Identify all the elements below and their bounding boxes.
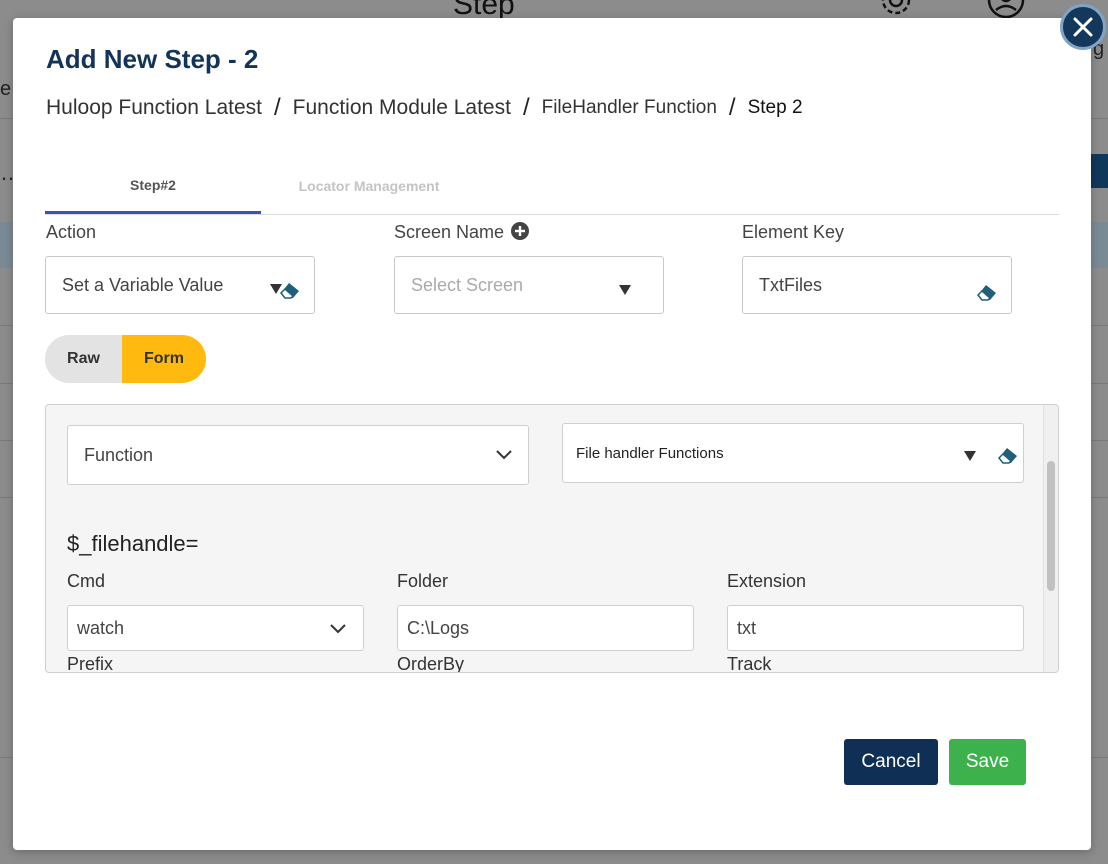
element-key-label: Element Key (742, 222, 845, 242)
screen-select-placeholder: Select Screen (411, 274, 524, 295)
dropdown-arrow-icon (619, 285, 631, 295)
background-text-fragment: e (0, 78, 12, 100)
save-button[interactable]: Save (949, 739, 1026, 785)
dropdown-arrow-icon (964, 451, 976, 461)
breadcrumb-item[interactable]: FileHandler Function (542, 97, 717, 119)
breadcrumb-item[interactable]: Function Module Latest (293, 96, 511, 120)
cmd-label: Cmd (67, 571, 106, 591)
panel-scrollbar[interactable] (1043, 405, 1058, 672)
mode-toggle: Raw Form (45, 335, 206, 383)
breadcrumb: Huloop Function Latest / Function Module… (46, 94, 803, 122)
function-select-value: File handler Functions (576, 444, 724, 462)
close-icon (1073, 17, 1093, 37)
tab-locator-management[interactable]: Locator Management (261, 158, 477, 214)
chevron-down-icon (496, 450, 512, 460)
type-select-value: Function (84, 444, 154, 465)
folder-label: Folder (397, 571, 449, 591)
element-key-input[interactable]: TxtFiles (742, 256, 1012, 314)
tab-step[interactable]: Step#2 (45, 158, 261, 214)
eraser-icon[interactable] (278, 279, 302, 299)
eraser-icon[interactable] (996, 444, 1020, 464)
raw-mode-button[interactable]: Raw (45, 335, 122, 383)
form-mode-button[interactable]: Form (122, 335, 206, 383)
eraser-icon[interactable] (975, 281, 999, 301)
type-select[interactable]: Function (67, 425, 529, 485)
cmd-value: watch (77, 617, 125, 638)
background-side-icon (1088, 154, 1108, 188)
chevron-down-icon (330, 624, 346, 634)
action-label: Action (46, 222, 97, 242)
breadcrumb-item[interactable]: Huloop Function Latest (46, 96, 262, 120)
add-step-modal: Add New Step - 2 Huloop Function Latest … (13, 18, 1091, 850)
cmd-select[interactable]: watch (67, 605, 364, 651)
extension-value: txt (737, 617, 757, 638)
close-modal-button[interactable] (1060, 4, 1106, 50)
extension-input[interactable]: txt (727, 605, 1024, 651)
element-key-value: TxtFiles (759, 274, 822, 295)
screen-name-label-text: Screen Name (394, 222, 505, 242)
function-form-panel: Function File handler Functions $_fileha… (45, 404, 1059, 673)
orderby-label: OrderBy (397, 654, 465, 673)
function-select[interactable]: File handler Functions (562, 423, 1024, 483)
action-select[interactable]: Set a Variable Value (45, 256, 315, 314)
extension-label: Extension (727, 571, 807, 591)
modal-title: Add New Step - 2 (46, 44, 259, 74)
gear-icon (881, 0, 911, 15)
scrollbar-thumb[interactable] (1047, 461, 1055, 591)
breadcrumb-current: Step 2 (747, 97, 803, 118)
screen-name-label: Screen Name (394, 222, 530, 243)
add-screen-icon[interactable] (511, 222, 530, 240)
variable-name: $_filehandle= (67, 531, 199, 556)
cancel-button[interactable]: Cancel (844, 739, 938, 785)
action-value: Set a Variable Value (62, 274, 224, 295)
folder-input[interactable]: C:\Logs (397, 605, 694, 651)
tab-bar: Step#2 Locator Management (45, 158, 1059, 215)
prefix-label: Prefix (67, 654, 114, 673)
screen-select[interactable]: Select Screen (394, 256, 664, 314)
breadcrumb-separator: / (522, 94, 530, 121)
breadcrumb-separator: / (728, 94, 736, 121)
folder-value: C:\Logs (407, 617, 470, 638)
breadcrumb-separator: / (273, 94, 281, 121)
track-label: Track (727, 654, 772, 673)
